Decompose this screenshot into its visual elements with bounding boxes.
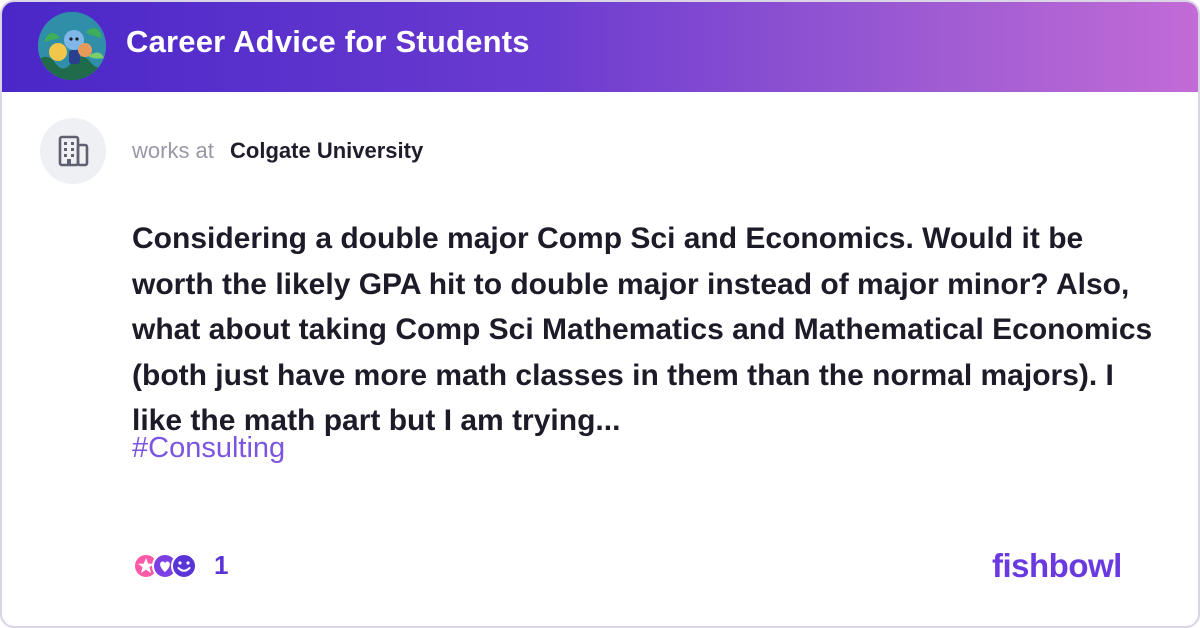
- post-text[interactable]: Considering a double major Comp Sci and …: [132, 216, 1172, 444]
- post-card: Career Advice for Students works at Colg…: [0, 0, 1200, 628]
- fishbowl-logo[interactable]: fishbowl: [992, 547, 1122, 585]
- reaction-count[interactable]: 1: [214, 550, 228, 581]
- company-name[interactable]: Colgate University: [230, 138, 423, 163]
- reaction-icons[interactable]: [132, 551, 202, 581]
- bowl-title[interactable]: Career Advice for Students: [126, 24, 530, 60]
- hashtag-link[interactable]: #Consulting: [132, 432, 285, 465]
- author-workplace: works at Colgate University: [132, 138, 423, 164]
- bowl-illustration-icon[interactable]: [38, 12, 106, 80]
- smile-icon: [171, 553, 197, 579]
- building-icon: [40, 118, 106, 184]
- works-at-label: works at: [132, 138, 214, 163]
- bowl-header: Career Advice for Students: [2, 2, 1198, 92]
